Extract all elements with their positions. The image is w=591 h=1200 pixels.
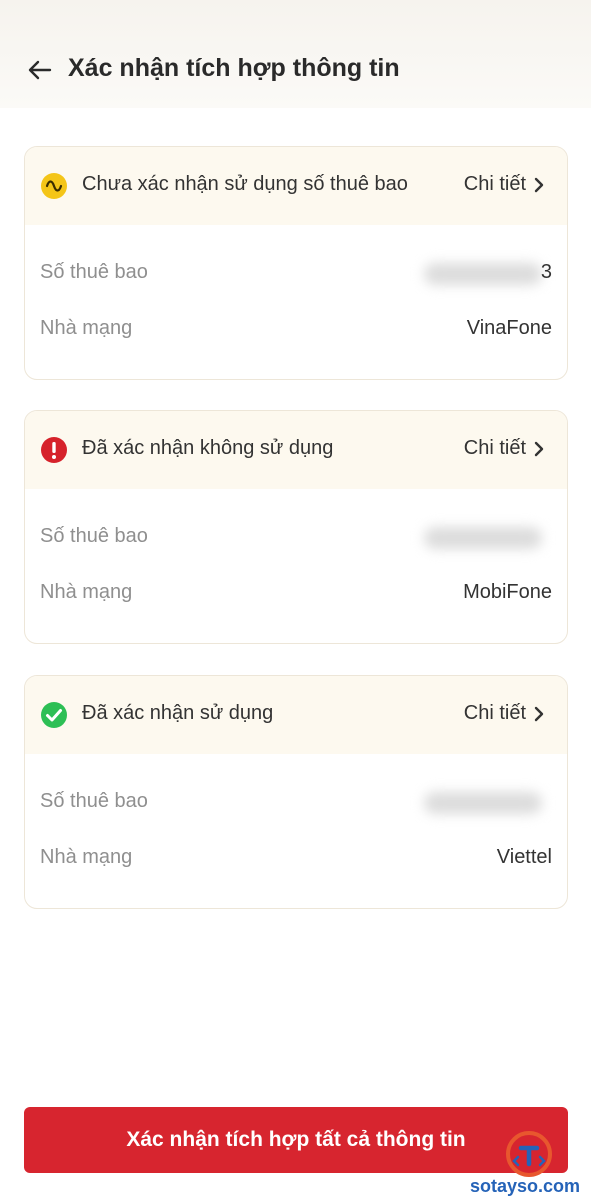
carrier-value: MobiFone — [463, 581, 552, 603]
card-header: Chưa xác nhận sử dụng số thuê bao Chi ti… — [25, 147, 567, 225]
status-label: Chưa xác nhận sử dụng số thuê bao — [82, 173, 408, 195]
card-header: Đã xác nhận không sử dụng Chi tiết — [25, 411, 567, 489]
blurred-subscriber-number — [424, 792, 542, 814]
blurred-subscriber-number — [424, 527, 542, 549]
subscriber-card-viettel: Đã xác nhận sử dụng Chi tiết Số thuê bao… — [24, 675, 568, 909]
back-button[interactable] — [24, 52, 56, 88]
watermark-text: sotayso.com — [470, 1176, 581, 1196]
carrier-row: Nhà mạng VinaFone — [40, 317, 552, 347]
subscriber-label: Số thuê bao — [40, 525, 148, 547]
subscriber-row: Số thuê bao — [40, 790, 552, 820]
carrier-row: Nhà mạng MobiFone — [40, 581, 552, 611]
detail-label: Chi tiết — [463, 437, 526, 459]
blurred-subscriber-number — [424, 263, 542, 285]
carrier-label: Nhà mạng — [40, 846, 133, 868]
app-header: Xác nhận tích hợp thông tin — [0, 0, 591, 108]
carrier-value: VinaFone — [466, 317, 552, 339]
subscriber-row: Số thuê bao — [40, 525, 552, 555]
detail-label: Chi tiết — [463, 702, 526, 724]
status-label: Đã xác nhận không sử dụng — [82, 437, 334, 459]
chevron-right-icon — [534, 441, 544, 456]
subscriber-card-vinafone: Chưa xác nhận sử dụng số thuê bao Chi ti… — [24, 146, 568, 380]
chevron-right-icon — [534, 706, 544, 721]
watermark-logo-icon — [506, 1131, 552, 1177]
subscriber-label: Số thuê bao — [40, 261, 148, 283]
confirm-all-button[interactable]: Xác nhận tích hợp tất cả thông tin — [24, 1107, 568, 1173]
pending-wave-icon — [41, 173, 67, 199]
detail-link[interactable]: Chi tiết — [464, 702, 545, 725]
subscriber-row: Số thuê bao 3 — [40, 261, 552, 291]
back-arrow-icon — [28, 60, 52, 80]
status-label: Đã xác nhận sử dụng — [82, 702, 274, 724]
chevron-right-icon — [534, 177, 544, 192]
page-title: Xác nhận tích hợp thông tin — [68, 54, 400, 82]
card-header: Đã xác nhận sử dụng Chi tiết — [25, 676, 567, 754]
detail-link[interactable]: Chi tiết — [464, 173, 545, 196]
carrier-label: Nhà mạng — [40, 317, 133, 339]
detail-label: Chi tiết — [463, 173, 526, 195]
detail-link[interactable]: Chi tiết — [464, 437, 545, 460]
subscriber-card-mobifone: Đã xác nhận không sử dụng Chi tiết Số th… — [24, 410, 568, 644]
check-circle-icon — [41, 702, 67, 728]
subscriber-number-tail: 3 — [540, 261, 552, 283]
error-exclamation-icon — [41, 437, 67, 463]
carrier-label: Nhà mạng — [40, 581, 133, 603]
carrier-value: Viettel — [496, 846, 552, 868]
subscriber-label: Số thuê bao — [40, 790, 148, 812]
carrier-row: Nhà mạng Viettel — [40, 846, 552, 876]
